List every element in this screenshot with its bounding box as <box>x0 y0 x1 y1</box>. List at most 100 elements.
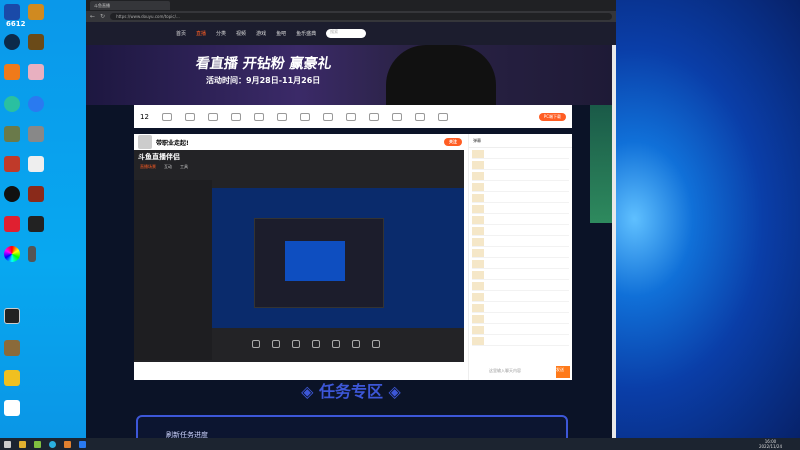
settings-icon[interactable] <box>372 340 380 348</box>
follow-button[interactable]: 关注 <box>444 138 462 146</box>
nested-window <box>285 241 345 281</box>
mic-icon[interactable] <box>332 340 340 348</box>
game-icon[interactable] <box>4 126 20 142</box>
app-icon[interactable] <box>4 156 20 172</box>
gift-icon[interactable] <box>184 112 195 121</box>
file-icon[interactable] <box>4 400 20 416</box>
window-icon[interactable] <box>312 340 320 348</box>
steam-icon[interactable] <box>4 34 20 50</box>
edge-icon[interactable] <box>49 440 56 448</box>
stream-preview <box>212 188 464 328</box>
file-icon[interactable] <box>28 246 36 262</box>
obs-icon[interactable] <box>4 308 20 324</box>
edge-icon[interactable] <box>4 96 20 112</box>
banner-headline: 看直播 开钻粉 赢豪礼 <box>194 56 333 72</box>
taskbar: 16:00 2022/11/24 <box>0 438 800 450</box>
nav-festival[interactable]: 鱼乐盛典 <box>296 30 316 37</box>
scrollbar[interactable] <box>612 45 616 438</box>
explorer-icon[interactable] <box>19 440 26 448</box>
start-icon[interactable] <box>4 440 11 448</box>
qr-icon[interactable] <box>28 126 44 142</box>
video-player[interactable]: 斗鱼直播伴侣 直播场景 互动 工具 <box>134 150 464 362</box>
banner-period: 活动时间：9月28日-11月26日 <box>206 76 321 85</box>
planet-icon[interactable] <box>414 112 425 121</box>
tab-bar: 斗鱼直播 <box>86 0 616 11</box>
nav-video[interactable]: 视频 <box>236 30 246 37</box>
more-icon[interactable] <box>437 112 448 121</box>
netease-music-icon[interactable] <box>4 216 20 232</box>
send-label: 发送 <box>556 367 564 372</box>
warning-icon[interactable] <box>391 112 402 121</box>
event-banner[interactable]: 看直播 开钻粉 赢豪礼 活动时间：9月28日-11月26日 <box>86 45 616 105</box>
kugou-icon[interactable] <box>28 96 44 112</box>
clock[interactable]: 16:00 2022/11/24 <box>759 439 782 449</box>
streamer-avatar[interactable] <box>138 135 152 149</box>
browser-tab[interactable]: 斗鱼直播 <box>90 1 170 10</box>
stream-area: 带职业走起! 关注 斗鱼直播伴侣 直播场景 互动 工具 弹幕 这里输入聊天内容 … <box>134 134 572 380</box>
stream-controls <box>212 334 464 354</box>
game-icon[interactable] <box>28 156 44 172</box>
site-nav: 首页 直播 分类 视频 游戏 鱼吧 鱼乐盛典 搜索 <box>86 22 616 45</box>
app-icon[interactable] <box>4 370 20 386</box>
game-icon[interactable] <box>28 186 44 202</box>
search-input[interactable]: 搜索 <box>326 29 367 38</box>
app-tab[interactable]: 互动 <box>164 164 172 170</box>
nav-live[interactable]: 直播 <box>196 30 206 37</box>
cart-icon[interactable] <box>207 112 218 121</box>
date: 2022/11/24 <box>758 444 782 449</box>
chat-tab[interactable]: 弹幕 <box>469 134 572 148</box>
app-name: 斗鱼直播伴侣 <box>138 153 180 161</box>
send-button[interactable]: 发送 <box>556 366 570 378</box>
address-bar-row: ← ↻ https://www.douyu.com/topic/... <box>86 11 616 22</box>
nav-game[interactable]: 游戏 <box>256 30 266 37</box>
app-icon[interactable] <box>79 440 86 448</box>
app-header: 斗鱼直播伴侣 <box>134 150 464 164</box>
scene-panel <box>134 180 212 360</box>
alarm-icon[interactable] <box>230 112 241 121</box>
douyu-icon[interactable] <box>64 440 71 448</box>
calendar-icon[interactable] <box>299 112 310 121</box>
toggle-icon[interactable] <box>161 112 172 121</box>
app-tabs: 直播场景 互动 工具 <box>134 164 464 170</box>
address-bar[interactable]: https://www.douyu.com/topic/... <box>110 13 612 20</box>
app-tab[interactable]: 直播场景 <box>140 164 156 170</box>
level-count: 12 <box>140 112 149 121</box>
game-icon[interactable] <box>28 34 44 50</box>
nav-home[interactable]: 首页 <box>176 30 186 37</box>
app-icon[interactable] <box>28 216 44 232</box>
task-icon[interactable] <box>368 112 379 121</box>
nav-category[interactable]: 分类 <box>216 30 226 37</box>
shield-icon[interactable] <box>345 112 356 121</box>
app-tab[interactable]: 工具 <box>180 164 188 170</box>
app-icon[interactable] <box>34 440 41 448</box>
download-button[interactable]: PC端下载 <box>538 112 566 121</box>
app-icon[interactable] <box>4 64 20 80</box>
app-icon[interactable] <box>4 246 20 262</box>
back-icon[interactable]: ← <box>90 13 95 20</box>
diamond-icon[interactable] <box>276 112 287 121</box>
nav-yuba[interactable]: 鱼吧 <box>276 30 286 37</box>
task-zone-heading: ◈ 任务专区 ◈ <box>301 382 401 401</box>
phone-icon[interactable] <box>292 340 300 348</box>
camera-icon[interactable] <box>272 340 280 348</box>
box-icon[interactable] <box>253 112 264 121</box>
desktop-label: 6612 <box>6 20 26 28</box>
stream-title: 带职业走起! <box>156 139 189 147</box>
chat-panel: 弹幕 这里输入聊天内容 发送 <box>468 134 572 380</box>
app-icon[interactable] <box>4 340 20 356</box>
speaker-icon[interactable] <box>352 340 360 348</box>
host-image <box>386 45 496 105</box>
badge-icon[interactable] <box>322 112 333 121</box>
chat-input[interactable]: 这里输入聊天内容 <box>489 368 521 374</box>
refresh-icon[interactable]: ↻ <box>100 13 105 20</box>
browser-window: 斗鱼直播 ← ↻ https://www.douyu.com/topic/...… <box>86 0 616 445</box>
desktop-wallpaper <box>616 0 800 438</box>
screen-icon[interactable] <box>252 340 260 348</box>
qq-icon[interactable] <box>4 186 20 202</box>
desktop: 6612 <box>0 0 86 438</box>
app-icon[interactable] <box>28 64 44 80</box>
nested-screen <box>254 218 384 308</box>
room-toolbar: 12 PC端下载 <box>134 105 572 128</box>
app-logo-icon[interactable] <box>4 4 20 20</box>
game-icon[interactable] <box>28 4 44 20</box>
